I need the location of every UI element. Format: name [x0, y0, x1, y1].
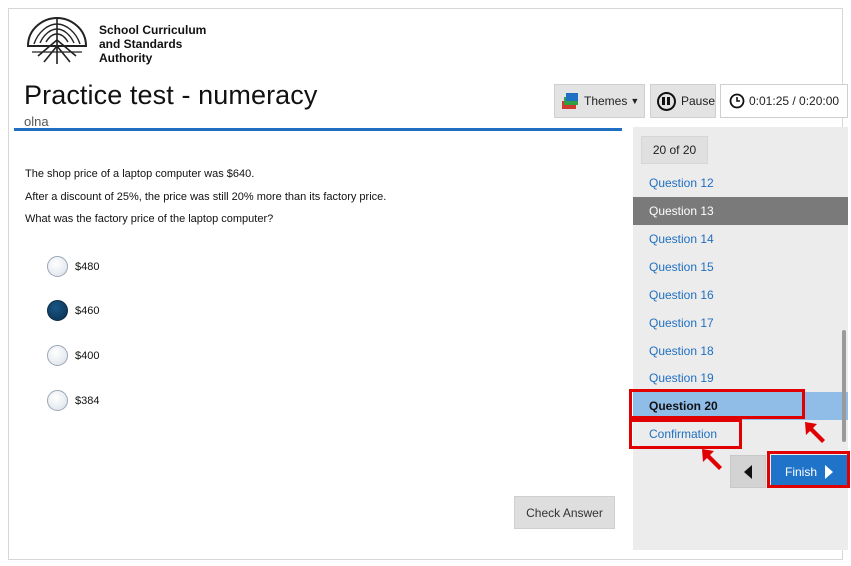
answer-option[interactable]: $480 [47, 256, 99, 277]
themes-label: Themes [584, 94, 628, 108]
highlight-box-finish [767, 451, 850, 488]
pause-icon [657, 91, 676, 111]
question-counter: 20 of 20 [641, 136, 708, 164]
nav-item-question-12[interactable]: Question 12 [633, 169, 848, 197]
themes-icon [562, 93, 578, 109]
radio-button[interactable] [47, 256, 68, 277]
pause-label: Pause [680, 94, 715, 108]
timer-text: 0:01:25 / 0:20:00 [749, 94, 840, 108]
timer: 0:01:25 / 0:20:00 [720, 84, 848, 118]
clock-icon [729, 93, 745, 109]
sidebar-scrollbar[interactable] [842, 330, 846, 442]
radio-button[interactable] [47, 345, 68, 366]
highlight-box-confirmation [629, 419, 742, 449]
answer-option-label: $384 [75, 394, 100, 407]
tree-logo-icon [26, 16, 88, 64]
nav-item-question-19[interactable]: Question 19 [633, 364, 848, 392]
question-text-line-1: The shop price of a laptop computer was … [25, 168, 255, 180]
nav-item-question-13[interactable]: Question 13 [633, 197, 848, 225]
radio-button-selected[interactable] [47, 300, 68, 321]
answer-option[interactable]: $384 [47, 390, 99, 411]
answer-option-label: $480 [75, 260, 100, 273]
title-divider [14, 128, 622, 131]
nav-item-question-18[interactable]: Question 18 [633, 337, 848, 365]
pause-button[interactable]: Pause [650, 84, 716, 118]
nav-item-question-14[interactable]: Question 14 [633, 225, 848, 253]
page-subtitle: olna [24, 114, 49, 129]
themes-button[interactable]: Themes ▼ [554, 84, 645, 118]
nav-item-question-17[interactable]: Question 17 [633, 309, 848, 337]
question-text-line-3: What was the factory price of the laptop… [25, 213, 274, 225]
answer-option[interactable]: $400 [47, 345, 99, 366]
previous-button[interactable] [730, 455, 766, 488]
org-name: School Curriculum and Standards Authorit… [99, 23, 206, 65]
page-title: Practice test - numeracy [24, 80, 318, 110]
org-line-2: and Standards [99, 37, 183, 51]
highlight-box-question-20 [629, 389, 805, 419]
org-line-1: School Curriculum [99, 23, 207, 37]
answer-option[interactable]: $460 [47, 300, 99, 321]
nav-item-question-15[interactable]: Question 15 [633, 253, 848, 281]
answer-option-label: $460 [75, 304, 100, 317]
red-arrow-icon [702, 449, 722, 470]
chevron-left-icon [744, 464, 752, 479]
chevron-down-icon: ▼ [630, 96, 640, 106]
check-answer-button[interactable]: Check Answer [514, 496, 615, 529]
radio-button[interactable] [47, 390, 68, 411]
question-text-line-2: After a discount of 25%, the price was s… [25, 191, 387, 203]
red-arrow-icon [805, 422, 825, 443]
answer-option-label: $400 [75, 349, 100, 362]
org-line-3: Authority [99, 51, 153, 65]
nav-item-question-16[interactable]: Question 16 [633, 281, 848, 309]
